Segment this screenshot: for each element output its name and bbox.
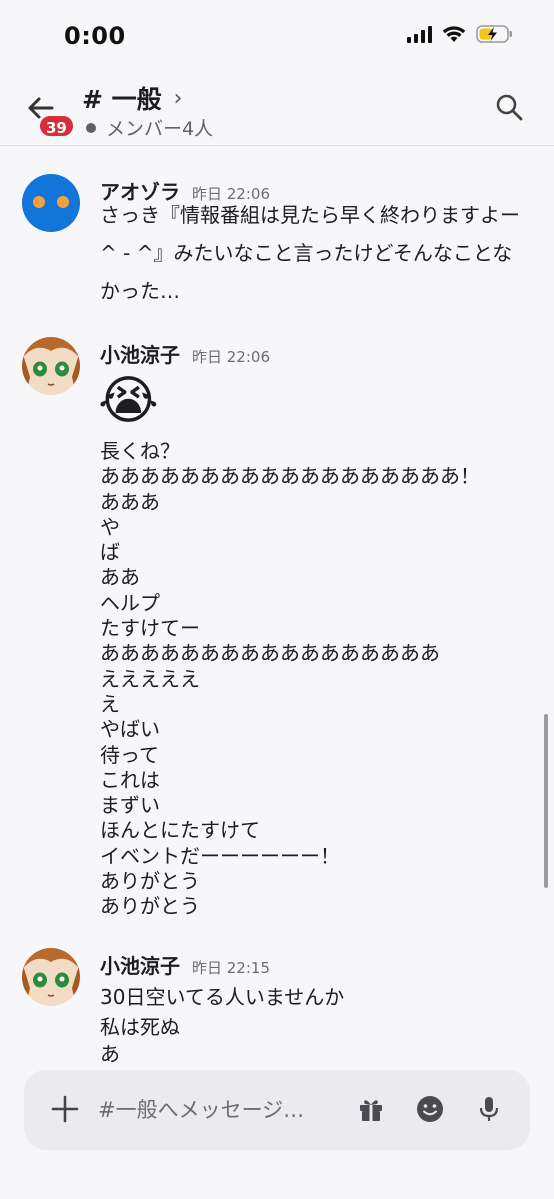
- message-line: あああああああああああああああああ: [100, 641, 440, 666]
- message-line: イベントだーーーーーー！: [100, 843, 340, 868]
- message-header: 小池涼子 昨日 22:06: [100, 339, 270, 368]
- message-line: 待って: [100, 742, 159, 767]
- member-count-label: メンバー4人: [106, 118, 214, 140]
- status-dot: [86, 122, 96, 133]
- chat-screen: 0:00 39 # 一般 › メンバー4人 アオゾラ 昨日 22:06 さっき『…: [0, 0, 554, 1199]
- message-line: や: [100, 514, 120, 539]
- message-line: あああ: [100, 489, 160, 514]
- search-icon[interactable]: [494, 92, 524, 122]
- status-icons: [407, 24, 514, 44]
- message-text: さっき『情報番組は見たら早く終わりますよー^ - ^』みたいなこと言ったけどそん…: [100, 203, 520, 303]
- status-time: 0:00: [64, 22, 126, 50]
- avatar-eye: [33, 196, 45, 208]
- message-line: ああああああああああああああああああ！: [100, 464, 480, 489]
- message-line: 私は死ぬ: [100, 1015, 180, 1039]
- message-line: これは: [100, 767, 160, 792]
- message-header: 小池涼子 昨日 22:15: [100, 950, 270, 979]
- message-line: ありがとう: [100, 869, 200, 894]
- cellular-signal-icon: [407, 25, 432, 43]
- scrollbar[interactable]: [544, 714, 548, 888]
- message-composer[interactable]: #一般へメッセージ…: [24, 1070, 530, 1150]
- channel-title[interactable]: # 一般 ›: [82, 80, 182, 116]
- username[interactable]: 小池涼子: [100, 950, 180, 979]
- battery-charging-icon: [476, 25, 512, 43]
- username[interactable]: 小池涼子: [100, 339, 180, 368]
- timestamp: 昨日 22:15: [192, 959, 270, 977]
- blue-face-avatar[interactable]: [22, 174, 80, 232]
- message-list[interactable]: アオゾラ 昨日 22:06 さっき『情報番組は見たら早く終わりますよー^ - ^…: [0, 146, 554, 1068]
- message-text: 30日空いてる人いませんか 私は死ぬ あ: [100, 982, 530, 1067]
- emoji-icon[interactable]: [413, 1092, 447, 1126]
- crying-emoji[interactable]: 😭: [98, 371, 159, 431]
- anime-face-icon: [22, 337, 80, 395]
- message-line: ああ: [100, 565, 140, 590]
- anime-character-avatar[interactable]: [22, 948, 80, 1006]
- message-text: 長くね？ ああああああああああああああああああ！ あああ や ば ああ ヘルプ …: [100, 439, 530, 920]
- member-count[interactable]: メンバー4人: [86, 114, 213, 141]
- message-line: ありがとう: [100, 894, 200, 919]
- channel-header: 39 # 一般 › メンバー4人: [0, 70, 554, 146]
- chevron-right-icon: ›: [173, 85, 183, 111]
- message-line: たすけてー: [100, 616, 200, 641]
- anime-face-icon: [22, 948, 80, 1006]
- message-line: ば: [100, 540, 120, 565]
- message-line: ほんとにたすけて: [100, 818, 260, 843]
- truncated-previous-message: [100, 146, 106, 156]
- message-line: え: [100, 691, 120, 716]
- microphone-icon[interactable]: [472, 1092, 506, 1126]
- message-line: 長くね？: [100, 439, 180, 463]
- message-line: 30日空いてる人いませんか: [100, 985, 345, 1009]
- message-line: やばい: [100, 717, 160, 742]
- anime-character-avatar[interactable]: [22, 337, 80, 395]
- message-input[interactable]: #一般へメッセージ…: [98, 1094, 304, 1124]
- message-line: ヘルプ: [100, 590, 160, 615]
- channel-name: # 一般: [82, 85, 162, 114]
- gift-icon[interactable]: [354, 1092, 388, 1126]
- timestamp: 昨日 22:06: [192, 348, 270, 366]
- message-line: えええええ: [100, 666, 200, 691]
- status-bar: 0:00: [0, 0, 554, 70]
- message-line: まずい: [100, 793, 160, 818]
- avatar-eye: [57, 196, 69, 208]
- unread-badge: 39: [38, 114, 75, 138]
- message-line: あ: [100, 1042, 120, 1066]
- plus-icon[interactable]: [48, 1092, 82, 1126]
- wifi-icon: [442, 26, 466, 42]
